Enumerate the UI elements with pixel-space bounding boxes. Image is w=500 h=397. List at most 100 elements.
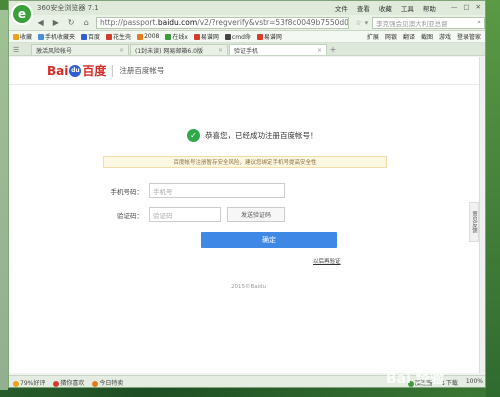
tab-activate-account[interactable]: 激活风险帐号 ×: [31, 44, 129, 55]
rating-item[interactable]: 79%好评: [13, 378, 45, 387]
phone-icon: [38, 33, 45, 40]
forward-icon[interactable]: ▶: [50, 17, 61, 29]
code-placeholder: 验证码: [153, 211, 173, 220]
bookmark-item[interactable]: 2008: [137, 33, 159, 40]
zoom-level[interactable]: 100%: [466, 378, 483, 387]
gift-icon: [92, 380, 99, 387]
bookmark-item[interactable]: 收藏: [13, 32, 32, 41]
success-text: 恭喜您，已经成功注册百度帐号！: [205, 131, 318, 140]
success-message: ✓ 恭喜您，已经成功注册百度帐号！: [187, 129, 318, 142]
recommend-item[interactable]: 猜你喜欢: [53, 378, 84, 387]
search-input[interactable]: 李克强会见澳大利亚总督 ⌕: [372, 16, 485, 29]
tab-label: (1封未读) 网易邮箱6.0版: [135, 47, 203, 55]
search-placeholder: 李克强会见澳大利亚总督: [376, 19, 448, 28]
logo-text-left: Bai: [47, 63, 69, 78]
heart-icon: [53, 380, 60, 387]
screenshot-button[interactable]: 截图: [421, 32, 433, 41]
confirm-button[interactable]: 确定: [201, 232, 337, 248]
address-domain: baidu.com: [157, 18, 198, 27]
feedback-button[interactable]: 意见反馈: [469, 202, 479, 242]
deals-label: 今日特卖: [99, 380, 124, 387]
skip-link[interactable]: 以后再验证: [313, 257, 341, 265]
menu-help[interactable]: 帮助: [423, 3, 436, 13]
browser-logo-icon[interactable]: e: [11, 3, 33, 25]
watermark-logo: Bai 经验: [386, 371, 444, 387]
page-header: Bai du 百度 注册百度帐号: [9, 57, 479, 85]
page-content: Bai du 百度 注册百度帐号 ✓ 恭喜您，已经成功注册百度帐号！ 百度帐号注…: [9, 57, 479, 373]
bookmark-item[interactable]: 手机收藏夹: [38, 32, 75, 41]
close-tab-icon[interactable]: ×: [119, 47, 124, 54]
bookmark-item[interactable]: 百度: [81, 32, 100, 41]
tab-bar: ☰ 激活风险帐号 × (1封未读) 网易邮箱6.0版 × 验证手机 × +: [9, 43, 485, 56]
menu-tools[interactable]: 工具: [401, 3, 414, 13]
send-code-button[interactable]: 发送验证码: [227, 207, 285, 222]
close-tab-icon[interactable]: ×: [218, 47, 223, 54]
page-title: 注册百度帐号: [119, 66, 165, 75]
deals-item[interactable]: 今日特卖: [92, 378, 123, 387]
online-bank-button[interactable]: 网银: [385, 32, 397, 41]
address-prefix: http://passport.: [99, 18, 158, 27]
desktop-right-strip: [486, 0, 500, 397]
bookmark-item[interactable]: cmd命: [224, 32, 251, 41]
new-tab-button[interactable]: +: [328, 44, 338, 55]
download-label: 下载: [445, 380, 458, 387]
bookmark-label: 花生壳: [113, 34, 132, 41]
games-button[interactable]: 游戏: [439, 32, 451, 41]
bookmark-item[interactable]: 易谱网: [256, 32, 282, 41]
notice-banner: 百度帐号注册暂存安全风险，建议您绑定手机号提高安全性: [103, 156, 387, 168]
site-icon: [165, 33, 172, 40]
paw-icon: du: [69, 64, 82, 77]
bookmark-item[interactable]: 花生壳: [106, 32, 131, 41]
menu-file[interactable]: 文件: [335, 3, 348, 13]
rating-icon: [13, 380, 19, 387]
translate-button[interactable]: 翻译: [403, 32, 415, 41]
tab-label: 激活风险帐号: [36, 47, 73, 55]
bookmark-item[interactable]: 在线x: [165, 32, 188, 41]
code-row: 验证码： 验证码 发送验证码: [103, 207, 285, 222]
code-input[interactable]: 验证码: [149, 207, 221, 222]
dropdown-icon[interactable]: ▾: [365, 19, 369, 27]
star-icon[interactable]: ☆: [355, 19, 361, 27]
phone-placeholder: 手机号: [153, 187, 173, 196]
site-icon: [256, 33, 263, 40]
favorites-icon: [13, 33, 19, 40]
tab-list-icon[interactable]: ☰: [13, 46, 19, 54]
tab-netease-mail[interactable]: (1封未读) 网易邮箱6.0版 ×: [130, 44, 228, 55]
recommend-label: 猜你喜欢: [60, 380, 85, 387]
close-window-button[interactable]: ✕: [476, 3, 481, 13]
vertical-scrollbar[interactable]: [479, 57, 485, 373]
bookmark-label: 2008: [144, 33, 160, 40]
site-icon: [137, 33, 144, 40]
bookmark-label: 收藏: [20, 34, 33, 41]
code-label: 验证码：: [117, 211, 143, 220]
home-icon[interactable]: ⌂: [81, 17, 92, 29]
browser-window: e 360安全浏览器 7.1 文件 查看 收藏 工具 帮助 — □ ✕ ◀ ▶ …: [8, 0, 486, 388]
maximize-button[interactable]: □: [463, 3, 469, 13]
baidu-logo[interactable]: Bai du 百度: [47, 62, 106, 79]
refresh-icon[interactable]: ↻: [65, 17, 76, 29]
logo-text-right: 百度: [82, 64, 107, 78]
search-icon[interactable]: ⌕: [477, 18, 481, 27]
extensions-button[interactable]: 扩展: [367, 32, 379, 41]
address-bar[interactable]: http://passport. baidu.com/v2/?regverify&…: [95, 16, 350, 29]
title-bar: e 360安全浏览器 7.1 文件 查看 收藏 工具 帮助 — □ ✕: [9, 1, 485, 25]
rating-label: 79%好评: [20, 380, 46, 387]
check-icon: ✓: [187, 129, 200, 142]
back-icon[interactable]: ◀: [35, 17, 46, 29]
bookmark-label: cmd命: [231, 34, 251, 41]
tab-label: 验证手机: [234, 47, 259, 55]
tab-verify-phone[interactable]: 验证手机 ×: [229, 44, 327, 55]
menu-view[interactable]: 查看: [357, 3, 370, 13]
phone-row: 手机号码： 手机号: [103, 183, 285, 198]
minimize-button[interactable]: —: [451, 3, 458, 13]
bookmark-item[interactable]: 易谱网: [193, 32, 219, 41]
menu-favorites[interactable]: 收藏: [379, 3, 392, 13]
close-tab-icon[interactable]: ×: [317, 47, 322, 54]
address-suffix: /v2/?regverify&vstr=53f8c0049b7550d0a1e5…: [197, 18, 349, 27]
bookmark-label: 手机收藏夹: [45, 34, 76, 41]
phone-input[interactable]: 手机号: [149, 183, 285, 198]
phone-label: 手机号码：: [110, 187, 144, 196]
header-divider: [112, 64, 114, 77]
login-manager-button[interactable]: 登录管家: [457, 32, 481, 41]
bookmark-label: 百度: [88, 34, 101, 41]
